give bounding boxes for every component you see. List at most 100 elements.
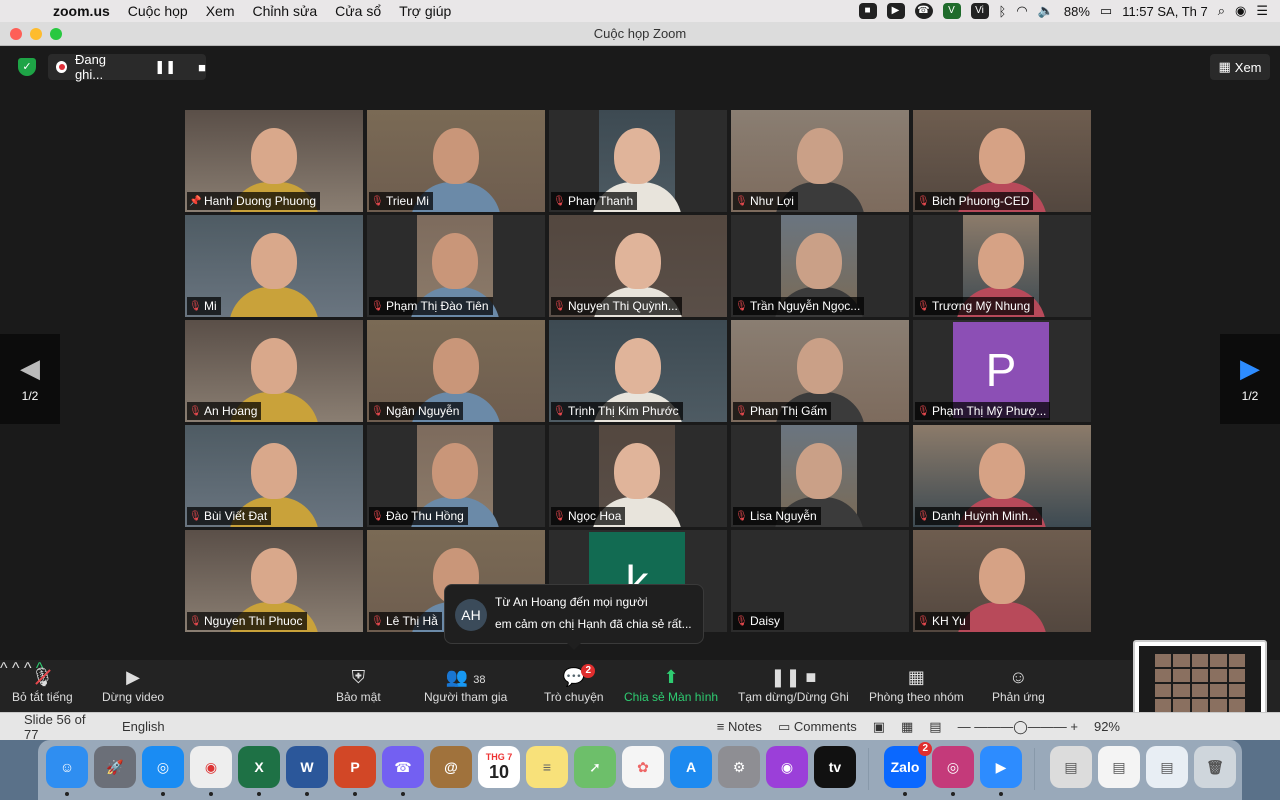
app-store-icon[interactable]: A — [670, 746, 712, 788]
apple-tv-icon[interactable]: tv — [814, 746, 856, 788]
downloads-folder-icon[interactable]: ▤ — [1146, 746, 1188, 788]
launchpad-icon[interactable]: 🚀 — [94, 746, 136, 788]
viber-tray-icon[interactable]: ☎ — [914, 3, 933, 19]
participant-tile[interactable]: 🎙 Phan Thanh — [549, 110, 727, 212]
zoom-tray-icon[interactable]: ▶ — [886, 3, 905, 19]
minimize-window-button[interactable] — [30, 28, 42, 40]
menu-app-name[interactable]: zoom.us — [44, 3, 119, 19]
share-screen-button[interactable]: ⬆ Chia sẻ Màn hình — [624, 664, 718, 704]
security-button[interactable]: ⛨ Bảo mật — [336, 664, 381, 704]
menu-view[interactable]: Xem — [197, 3, 244, 19]
vpn-tray-icon[interactable]: V — [942, 3, 961, 19]
reading-view-icon[interactable]: ▤ — [929, 719, 941, 735]
next-page-button[interactable]: ▶ 1/2 — [1220, 334, 1280, 424]
unmute-button[interactable]: 🎙 Bỏ tắt tiếng — [12, 664, 73, 704]
powerpoint-icon[interactable]: P — [334, 746, 376, 796]
photos-icon[interactable]: ✿ — [622, 746, 664, 788]
comments-label: Comments — [793, 718, 857, 734]
zoom-percent[interactable]: 92% — [1094, 719, 1120, 734]
participant-tile[interactable]: 🎙 Phạm Thị Đào Tiên — [367, 215, 545, 317]
contacts-icon[interactable]: @ — [430, 746, 472, 788]
zalo-icon[interactable]: Zalo 2 — [884, 742, 932, 796]
participant-face — [979, 548, 1025, 604]
comments-button[interactable]: ▭ Comments — [778, 719, 857, 735]
viber-icon[interactable]: ☎ — [382, 746, 424, 796]
participant-name: Lisa Nguyễn — [750, 509, 817, 523]
participant-tile[interactable]: P 🎙 Phạm Thị Mỹ Phượ... — [913, 320, 1091, 422]
chat-label: Trò chuyện — [544, 690, 604, 704]
finder-icon[interactable]: ☺ — [46, 746, 88, 796]
menu-meeting[interactable]: Cuộc họp — [119, 3, 197, 19]
zoom-app-icon[interactable]: ▶ — [980, 746, 1022, 796]
participant-tile[interactable]: 🎙 Daisy — [731, 530, 909, 632]
participant-tile[interactable]: 🎙 Phan Thị Gấm — [731, 320, 909, 422]
participant-tile[interactable]: 🎙 Mi — [185, 215, 363, 317]
participant-tile[interactable]: 🎙 Đào Thu Hồng — [367, 425, 545, 527]
participant-tile[interactable]: 🎙 Danh Huỳnh Minh... — [913, 425, 1091, 527]
participant-tile[interactable]: 🎙 Trương Mỹ Nhung — [913, 215, 1091, 317]
battery-icon[interactable]: ▭ — [1100, 3, 1112, 19]
bluetooth-icon[interactable]: ᛒ — [999, 4, 1007, 19]
notification-center-icon[interactable]: ☰ — [1256, 3, 1268, 19]
wifi-icon[interactable]: ◠ — [1016, 3, 1027, 19]
keyboard-tray-icon[interactable]: Vi — [970, 3, 989, 19]
slide-sorter-icon[interactable]: ▦ — [901, 719, 913, 735]
chrome-icon[interactable]: ◉ — [190, 746, 232, 796]
menu-window[interactable]: Cửa sổ — [326, 3, 390, 19]
arrow-right-icon: ▶ — [1240, 353, 1260, 383]
participant-tile[interactable]: 🎙 Trần Nguyễn Ngọc... — [731, 215, 909, 317]
view-button[interactable]: ▦ Xem — [1210, 54, 1270, 80]
previous-page-button[interactable]: ◀ 1/2 — [0, 334, 60, 424]
chat-notification[interactable]: AH Từ An Hoang đến mọi người em cảm ơn c… — [444, 584, 704, 650]
participant-tile[interactable]: 🎙 KH Yu — [913, 530, 1091, 632]
participant-tile[interactable]: 🎙 Nguyen Thi Quỳnh... — [549, 215, 727, 317]
stop-recording-icon[interactable]: ■ — [198, 60, 206, 75]
participant-tile[interactable]: 🎙 Lisa Nguyễn — [731, 425, 909, 527]
clock[interactable]: 11:57 SA, Th 7 — [1122, 4, 1208, 19]
chat-button[interactable]: 💬 2 Trò chuyện — [544, 664, 604, 704]
word-icon[interactable]: W — [286, 746, 328, 796]
zoom-window-button[interactable] — [50, 28, 62, 40]
participant-tile[interactable]: 🎙 Bich Phuong-CED — [913, 110, 1091, 212]
language-indicator[interactable]: English — [102, 719, 165, 734]
reactions-button[interactable]: ☺ Phản ứng — [992, 664, 1045, 704]
menu-help[interactable]: Trợ giúp — [390, 3, 460, 19]
participant-tile[interactable]: 🎙 Ngân Nguyễn — [367, 320, 545, 422]
recent-document-2-icon[interactable]: ▤ — [1098, 746, 1140, 788]
notes-app-icon[interactable]: ≡ — [526, 746, 568, 788]
normal-view-icon[interactable]: ▣ — [873, 719, 885, 735]
participant-tile[interactable]: 🎙 Trieu Mi — [367, 110, 545, 212]
volume-icon[interactable]: 🔈 — [1038, 3, 1054, 19]
participant-tile[interactable]: 🎙 An Hoang — [185, 320, 363, 422]
encryption-shield-icon[interactable]: ✓ — [18, 58, 36, 76]
participant-tile[interactable]: 🎙 Nguyen Thi Phuoc — [185, 530, 363, 632]
system-preferences-icon[interactable]: ⚙ — [718, 746, 760, 788]
screen-recorder-icon[interactable]: ◎ — [932, 746, 974, 796]
stop-video-button[interactable]: ▶ Dừng video — [102, 664, 164, 704]
safari-icon[interactable]: ◎ — [142, 746, 184, 796]
pause-stop-recording-button[interactable]: ❚❚ ■ Tạm dừng/Dừng Ghi — [738, 664, 849, 704]
pause-recording-icon[interactable]: ❚❚ — [154, 59, 176, 75]
participant-tile[interactable]: 🎙 Như Lợi — [731, 110, 909, 212]
recent-document-1-icon[interactable]: ▤ — [1050, 746, 1092, 788]
trash-icon[interactable]: 🗑 — [1194, 746, 1236, 788]
spotlight-search-icon[interactable]: ⌕ — [1218, 3, 1225, 19]
participant-tile[interactable]: 🎙 Bùi Viết Đạt — [185, 425, 363, 527]
menu-edit[interactable]: Chỉnh sửa — [244, 3, 327, 19]
calendar-icon[interactable]: THG 7 10 — [478, 746, 520, 788]
notes-button[interactable]: ≡ Notes — [717, 719, 762, 734]
audio-options-chevron-icon[interactable]: ^ — [0, 660, 8, 677]
notes-label: Notes — [727, 719, 762, 734]
participant-tile[interactable]: 🎙 Ngọc Hoa — [549, 425, 727, 527]
zoom-slider[interactable]: — ———◯——— + — [958, 719, 1078, 735]
podcasts-icon[interactable]: ◉ — [766, 746, 808, 788]
excel-icon[interactable]: X — [238, 746, 280, 796]
participants-button[interactable]: 👥 38 Người tham gia — [424, 664, 507, 704]
participant-tile[interactable]: 📌 Hanh Duong Phuong — [185, 110, 363, 212]
close-window-button[interactable] — [10, 28, 22, 40]
maps-icon[interactable]: ➚ — [574, 746, 616, 788]
record-tray-icon[interactable]: ■ — [858, 3, 877, 19]
siri-icon[interactable]: ◉ — [1235, 3, 1246, 19]
participant-tile[interactable]: 🎙 Trịnh Thị Kim Phước — [549, 320, 727, 422]
breakout-rooms-button[interactable]: ▦ Phòng theo nhóm — [869, 664, 964, 704]
